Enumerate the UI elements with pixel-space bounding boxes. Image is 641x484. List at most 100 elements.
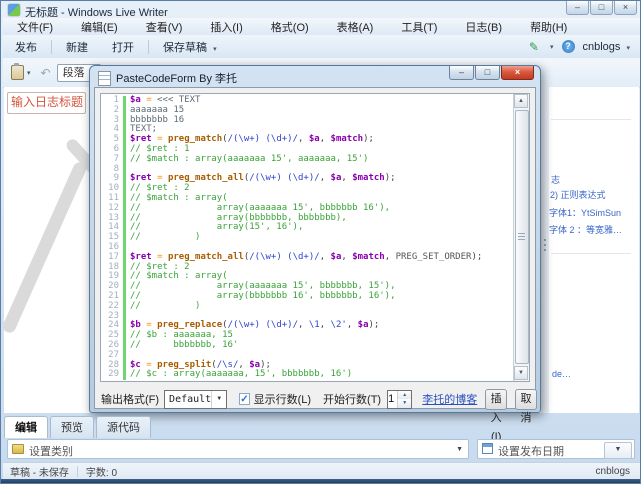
- scrollbar-grip-icon: [518, 233, 525, 234]
- code-panel[interactable]: 1$a = <<< TEXT2aaaaaaa 153bbbbbbb 164TEX…: [100, 93, 530, 382]
- tab-编辑[interactable]: 编辑: [4, 416, 48, 438]
- start-line-label: 开始行数(T): [323, 391, 381, 407]
- dialog-title-bar[interactable]: PasteCodeForm By 李托: [98, 70, 237, 86]
- tabs: 编辑预览源代码: [4, 416, 639, 436]
- chevron-down-icon: ▾: [626, 45, 630, 52]
- status-separator: [77, 466, 78, 477]
- line-number: 29: [101, 370, 126, 380]
- sidebar-link[interactable]: 2) 正则表达式: [550, 188, 606, 201]
- dialog-title: PasteCodeForm By 李托: [116, 70, 237, 86]
- scroll-down-button[interactable]: ▼: [514, 366, 528, 380]
- account-label: cnblogs: [583, 41, 621, 53]
- scroll-up-icon: ▲: [518, 98, 524, 104]
- spin-down-icon[interactable]: ▼: [398, 399, 411, 408]
- start-line-stepper[interactable]: 1 ▲ ▼: [387, 390, 412, 409]
- account-button[interactable]: cnblogs ▾: [583, 41, 631, 53]
- new-post-button[interactable]: 新建: [54, 39, 100, 55]
- start-line-value: 1: [388, 391, 397, 408]
- close-icon: ×: [515, 67, 520, 77]
- window-bottom-border: [1, 479, 641, 484]
- sidebar-divider: [551, 119, 631, 120]
- publish-button[interactable]: 发布: [3, 39, 49, 55]
- insert-button[interactable]: 插入(I): [485, 389, 507, 410]
- scroll-down-icon: ▼: [518, 370, 524, 376]
- sidebar-divider: [551, 253, 631, 254]
- dialog-restore-button[interactable]: □: [475, 66, 500, 80]
- code-line: 15// ): [101, 233, 509, 243]
- word-count: 字数: 0: [86, 464, 117, 479]
- menu-item[interactable]: 工具(T): [387, 19, 451, 35]
- restore-button[interactable]: □: [590, 1, 613, 15]
- undo-icon[interactable]: ↶: [41, 66, 51, 80]
- code-line: 3bbbbbbb 16: [101, 116, 509, 126]
- close-icon: ×: [623, 2, 628, 12]
- post-title-input[interactable]: 输入日志标题: [7, 92, 86, 114]
- watermark-stroke: [1, 160, 88, 334]
- close-button[interactable]: ×: [614, 1, 637, 15]
- tab-源代码[interactable]: 源代码: [96, 416, 151, 438]
- output-format-value: Default: [165, 394, 211, 405]
- menu-item[interactable]: 文件(F): [3, 19, 67, 35]
- sidebar-splitter[interactable]: [541, 87, 549, 413]
- menu-item[interactable]: 日志(B): [451, 19, 516, 35]
- menu-item[interactable]: 格式(O): [257, 19, 323, 35]
- dialog-body: 1$a = <<< TEXT2aaaaaaa 153bbbbbbb 164TEX…: [94, 87, 536, 409]
- folder-icon: [12, 444, 24, 454]
- set-publish-date-select[interactable]: 设置发布日期 ▼: [477, 439, 635, 459]
- paste-icon[interactable]: [11, 65, 24, 80]
- cancel-button[interactable]: 取消: [515, 389, 537, 410]
- chevron-down-icon: ▼: [456, 446, 463, 453]
- open-button[interactable]: 打开: [100, 39, 146, 55]
- right-sidebar: 志 2) 正则表达式 字体1：YtSimSun 字体 2 ：等宽雅… de…: [549, 87, 635, 413]
- code-line: 29// $c : array(aaaaaaa, 15', bbbbbbb, 1…: [101, 370, 509, 380]
- set-publish-date-label: 设置发布日期: [498, 443, 564, 459]
- chevron-down-icon[interactable]: ▾: [550, 43, 554, 51]
- status-bar: 草稿 - 未保存 字数: 0 cnblogs: [3, 462, 640, 480]
- tab-预览[interactable]: 预览: [50, 416, 94, 438]
- set-category-select[interactable]: 设置类别 ▼: [7, 439, 469, 459]
- calendar-icon: [482, 443, 493, 454]
- dialog-close-button[interactable]: ×: [501, 66, 534, 80]
- scrollbar-thumb[interactable]: [515, 110, 529, 364]
- save-draft-label: 保存草稿: [163, 42, 207, 54]
- menu-item[interactable]: 查看(V): [132, 19, 197, 35]
- blog-link[interactable]: 李托的博客: [422, 391, 477, 407]
- sidebar-link[interactable]: 字体1：YtSimSun: [549, 206, 621, 219]
- spin-up-icon[interactable]: ▲: [398, 391, 411, 400]
- title-bar[interactable]: 无标题 - Windows Live Writer – □ ×: [1, 1, 641, 18]
- minimize-icon: –: [459, 67, 464, 77]
- dialog-minimize-button[interactable]: –: [449, 66, 474, 80]
- help-icon[interactable]: ?: [562, 40, 575, 53]
- toolbar-separator: [51, 40, 52, 54]
- minimize-button[interactable]: –: [566, 1, 589, 15]
- code-line: 22// ): [101, 302, 509, 312]
- show-line-numbers-label: 显示行数(L): [254, 391, 311, 407]
- status-account: cnblogs: [596, 466, 640, 477]
- code-line: 7// $match : array(aaaaaaa 15', aaaaaaa,…: [101, 155, 509, 165]
- pen-icon[interactable]: ✎: [529, 40, 539, 54]
- output-format-select[interactable]: Default ▼: [164, 390, 227, 409]
- sidebar-text: 志: [551, 173, 560, 186]
- menu-item[interactable]: 表格(A): [323, 19, 388, 35]
- code-lines: 1$a = <<< TEXT2aaaaaaa 153bbbbbbb 164TEX…: [101, 96, 509, 380]
- minimize-icon: –: [575, 2, 580, 12]
- save-draft-button[interactable]: 保存草稿 ▾: [151, 39, 229, 55]
- date-picker-button[interactable]: ▼: [604, 442, 632, 459]
- menu-bar: 文件(F)编辑(E)查看(V)插入(I)格式(O)表格(A)工具(T)日志(B)…: [3, 18, 640, 36]
- code-scrollbar[interactable]: ▲ ▼: [513, 94, 529, 381]
- draft-status: 草稿 - 未保存: [3, 464, 69, 479]
- splitter-grip-icon: [544, 249, 546, 251]
- restore-icon: □: [599, 2, 604, 12]
- chevron-down-icon[interactable]: ▾: [27, 69, 31, 77]
- show-line-numbers-checkbox[interactable]: ✓: [239, 393, 249, 405]
- menu-item[interactable]: 编辑(E): [67, 19, 132, 35]
- sidebar-link[interactable]: 字体 2 ：等宽雅…: [549, 223, 622, 236]
- post-title-placeholder: 输入日志标题: [8, 93, 85, 112]
- menu-item[interactable]: 插入(I): [196, 19, 256, 35]
- footer-combos: 设置类别 ▼ 设置发布日期 ▼: [4, 439, 639, 460]
- scroll-up-button[interactable]: ▲: [514, 94, 528, 108]
- main-window: 无标题 - Windows Live Writer – □ × 文件(F)编辑(…: [0, 0, 641, 484]
- menu-item[interactable]: 帮助(H): [516, 19, 581, 35]
- chevron-down-icon: ▾: [213, 46, 217, 53]
- sidebar-link[interactable]: de…: [552, 369, 571, 379]
